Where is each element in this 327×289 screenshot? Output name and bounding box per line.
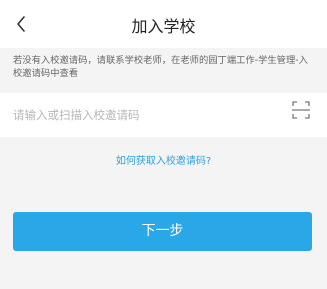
invite-code-notice: 若没有入校邀请码，请联系学校老师，在老师的园丁端工作-学生管理-入校邀请码中查看	[13, 55, 308, 79]
page-title: 加入学校	[131, 17, 196, 36]
invite-code-row	[0, 93, 327, 137]
get-invite-code-link[interactable]: 如何获取入校邀请码?	[0, 152, 327, 167]
scan-icon	[292, 101, 310, 119]
top-bar: 加入学校	[0, 0, 327, 48]
next-button[interactable]: 下一步	[13, 212, 312, 251]
invite-code-input[interactable]	[13, 93, 273, 137]
scan-button[interactable]	[291, 100, 311, 120]
